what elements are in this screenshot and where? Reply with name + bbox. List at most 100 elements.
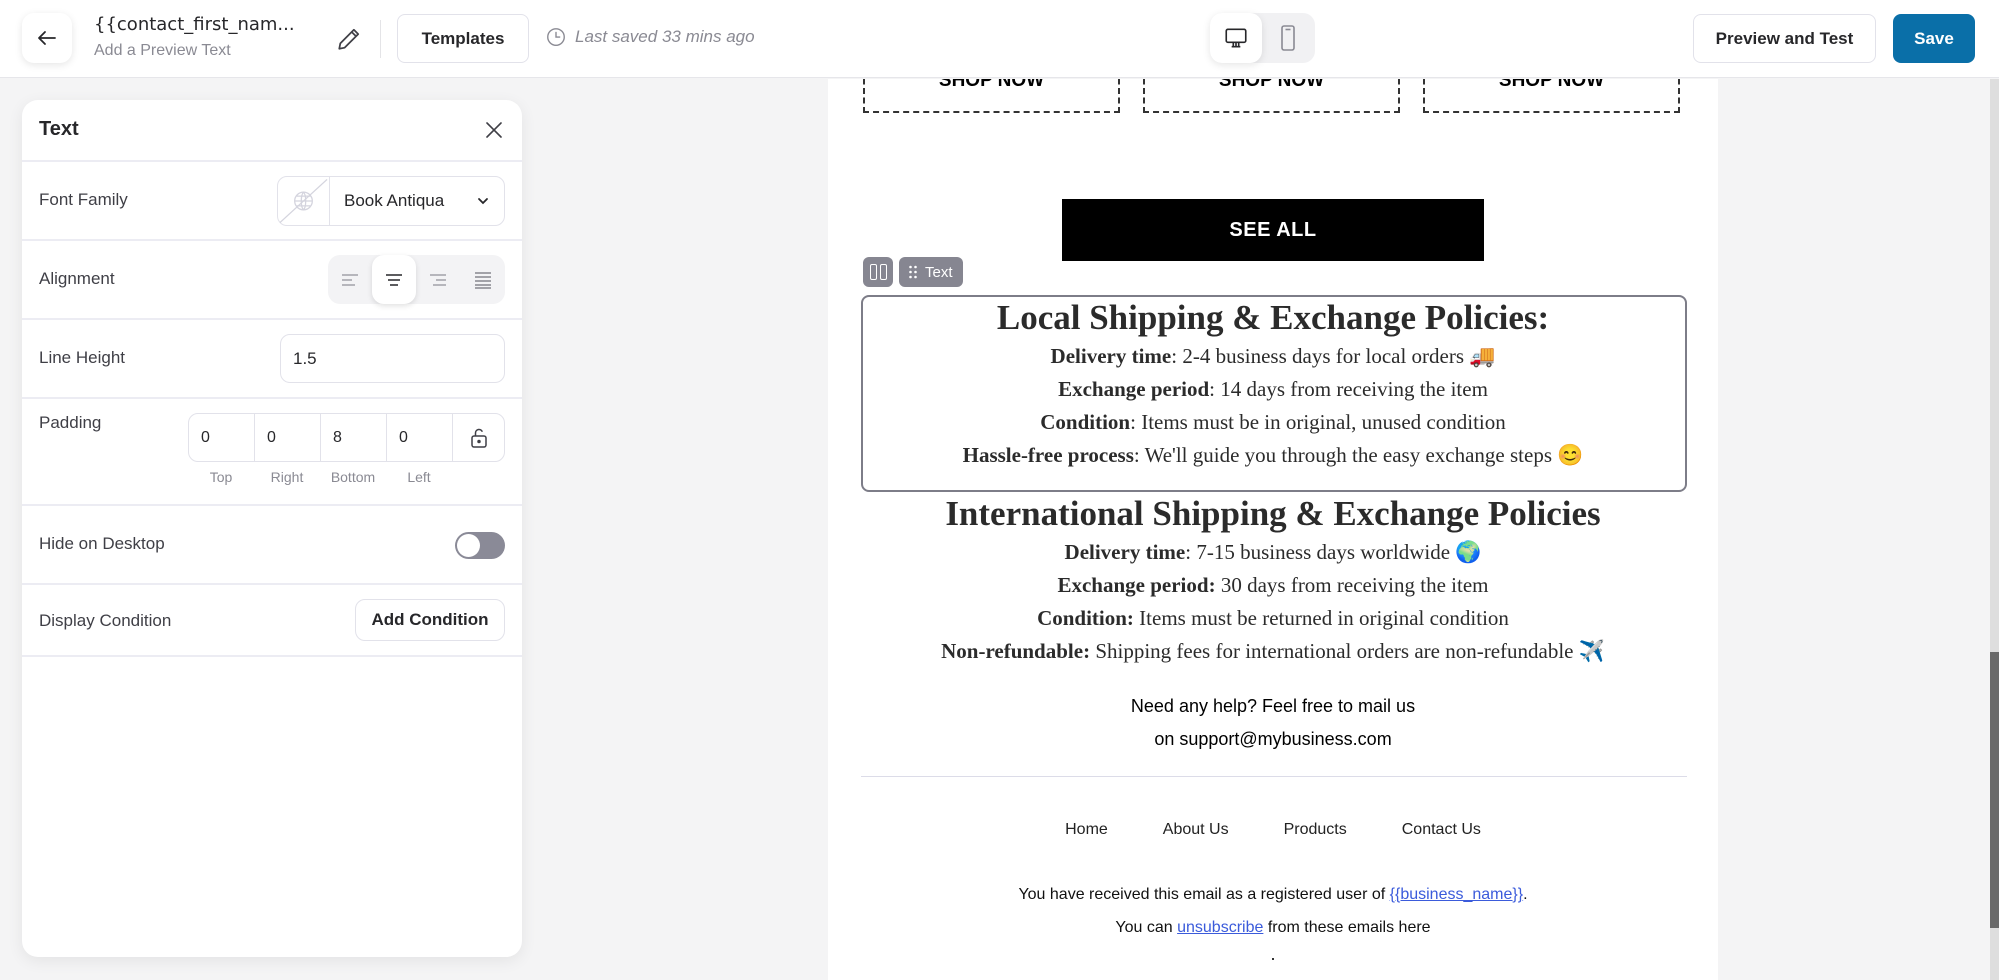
web-font-toggle[interactable]	[278, 177, 330, 225]
align-left-button[interactable]	[328, 255, 372, 304]
last-saved-status: Last saved 33 mins ago	[545, 26, 755, 48]
align-justify-icon	[475, 271, 491, 289]
font-family-value-wrap[interactable]: Book Antiqua	[330, 177, 504, 225]
alignment-segmented-control	[328, 255, 505, 304]
see-all-button[interactable]: SEE ALL	[1062, 199, 1484, 261]
policy-line: Condition: Items must be returned in ori…	[1037, 606, 1509, 630]
columns-tool-button[interactable]	[863, 257, 893, 287]
hide-on-desktop-row: Hide on Desktop	[22, 506, 522, 585]
hide-on-desktop-label: Hide on Desktop	[39, 534, 165, 553]
canvas-scrollbar-thumb[interactable]	[1990, 652, 1999, 928]
font-family-select[interactable]: Book Antiqua	[277, 176, 505, 226]
font-family-label: Font Family	[39, 190, 128, 209]
registered-user-line: You have received this email as a regist…	[1018, 886, 1528, 903]
globe-disabled-icon	[279, 178, 328, 224]
shop-now-button[interactable]: SHOP NOW	[1423, 79, 1680, 113]
padding-bottom-label: Bottom	[330, 469, 376, 485]
font-family-row: Font Family Book Antiqua	[22, 162, 522, 241]
alignment-label: Alignment	[39, 269, 115, 288]
alignment-row: Alignment	[22, 241, 522, 320]
pencil-icon[interactable]	[336, 26, 362, 52]
padding-side-labels: Top Right Bottom Left	[188, 469, 452, 485]
policy-line: Hassle-free process: We'll guide you thr…	[962, 443, 1584, 467]
desktop-icon	[1225, 28, 1247, 48]
policy-line: Delivery time: 7-15 business days worldw…	[1064, 540, 1482, 564]
line-height-input[interactable]	[280, 334, 505, 383]
chevron-down-icon	[478, 198, 488, 205]
line-height-row: Line Height	[22, 320, 522, 399]
footer-link-about-us[interactable]: About Us	[1163, 821, 1229, 839]
padding-lock-button[interactable]	[453, 414, 504, 461]
padding-right-label: Right	[270, 469, 304, 485]
arrow-left-icon	[38, 31, 56, 45]
unlock-icon	[470, 428, 487, 448]
unsubscribe-link[interactable]: unsubscribe	[1177, 919, 1263, 936]
top-bar: {{contact_first_nam... Add a Preview Tex…	[0, 0, 1999, 78]
panel-title: Text	[39, 118, 79, 140]
add-condition-button[interactable]: Add Condition	[355, 599, 505, 641]
unsubscribe-line: You can unsubscribe from these emails he…	[1115, 919, 1431, 936]
padding-top-input[interactable]	[189, 414, 255, 461]
padding-left-input[interactable]	[387, 414, 453, 461]
toggle-knob	[457, 534, 480, 557]
align-right-icon	[430, 273, 446, 286]
padding-label: Padding	[39, 413, 102, 432]
align-center-button[interactable]	[372, 255, 416, 304]
padding-bottom-input[interactable]	[321, 414, 387, 461]
display-condition-row: Display Condition Add Condition	[22, 585, 522, 657]
display-condition-label: Display Condition	[39, 611, 172, 630]
align-left-icon	[342, 273, 358, 286]
desktop-view-button[interactable]	[1210, 13, 1262, 63]
preview-text-placeholder[interactable]: Add a Preview Text	[94, 39, 295, 63]
shop-now-row: SHOP NOW SHOP NOW SHOP NOW	[863, 79, 1680, 113]
shop-now-button[interactable]: SHOP NOW	[863, 79, 1120, 113]
policy-line: Condition: Items must be in original, un…	[1040, 410, 1506, 434]
business-name-link[interactable]: {{business_name}}	[1390, 886, 1523, 903]
close-icon[interactable]	[482, 118, 506, 142]
footer-dot	[1272, 958, 1274, 960]
footer-nav: Home About Us Products Contact Us	[828, 821, 1718, 839]
padding-row: Padding Top Right Bottom Left	[22, 399, 522, 506]
block-toolbar: Text	[863, 257, 963, 287]
align-right-button[interactable]	[416, 255, 460, 304]
hide-on-desktop-toggle[interactable]	[455, 532, 505, 559]
device-toggle	[1210, 13, 1315, 63]
footer-link-contact-us[interactable]: Contact Us	[1402, 821, 1481, 839]
help-line: Need any help? Feel free to mail us	[1130, 696, 1416, 716]
templates-button[interactable]: Templates	[397, 14, 529, 63]
email-title-area[interactable]: {{contact_first_nam... Add a Preview Tex…	[94, 13, 295, 63]
email-canvas: SHOP NOW SHOP NOW SHOP NOW SEE ALL Text …	[828, 79, 1718, 980]
legal-footer: You have received this email as a regist…	[828, 878, 1718, 944]
international-policy-text-block[interactable]: International Shipping & Exchange Polici…	[828, 492, 1718, 668]
align-center-icon	[386, 273, 402, 286]
help-text-block[interactable]: Need any help? Feel free to mail us on s…	[828, 690, 1718, 756]
last-saved-text: Last saved 33 mins ago	[575, 27, 755, 46]
footer-divider	[861, 776, 1687, 777]
padding-left-label: Left	[407, 469, 431, 485]
back-button[interactable]	[22, 13, 72, 63]
policy-line: Delivery time: 2-4 business days for loc…	[1050, 344, 1496, 368]
padding-right-input[interactable]	[255, 414, 321, 461]
international-policy-heading: International Shipping & Exchange Polici…	[945, 494, 1601, 533]
footer-link-products[interactable]: Products	[1284, 821, 1347, 839]
policy-line: Exchange period: 30 days from receiving …	[1057, 573, 1489, 597]
help-line: on support@mybusiness.com	[1154, 729, 1392, 749]
align-justify-button[interactable]	[461, 255, 505, 304]
header-divider	[380, 20, 381, 58]
footer-link-home[interactable]: Home	[1065, 821, 1108, 839]
clock-icon	[547, 28, 565, 46]
drag-text-block-handle[interactable]: Text	[899, 257, 963, 287]
policy-line: Non-refundable: Shipping fees for intern…	[941, 639, 1605, 663]
preview-and-test-button[interactable]: Preview and Test	[1693, 14, 1876, 63]
mobile-view-button[interactable]	[1262, 13, 1314, 63]
save-button[interactable]: Save	[1893, 14, 1975, 63]
padding-top-label: Top	[209, 469, 233, 485]
column-icon	[869, 264, 877, 280]
policy-line: Exchange period: 14 days from receiving …	[1058, 377, 1488, 401]
line-height-label: Line Height	[39, 348, 126, 367]
local-policy-text-block[interactable]: Local Shipping & Exchange Policies: Deli…	[828, 296, 1718, 472]
email-subject-title[interactable]: {{contact_first_nam...	[94, 13, 295, 37]
text-settings-panel: Text Font Family Book Antiqua Alignment	[22, 100, 522, 957]
padding-inputs	[188, 413, 505, 462]
shop-now-button[interactable]: SHOP NOW	[1143, 79, 1400, 113]
